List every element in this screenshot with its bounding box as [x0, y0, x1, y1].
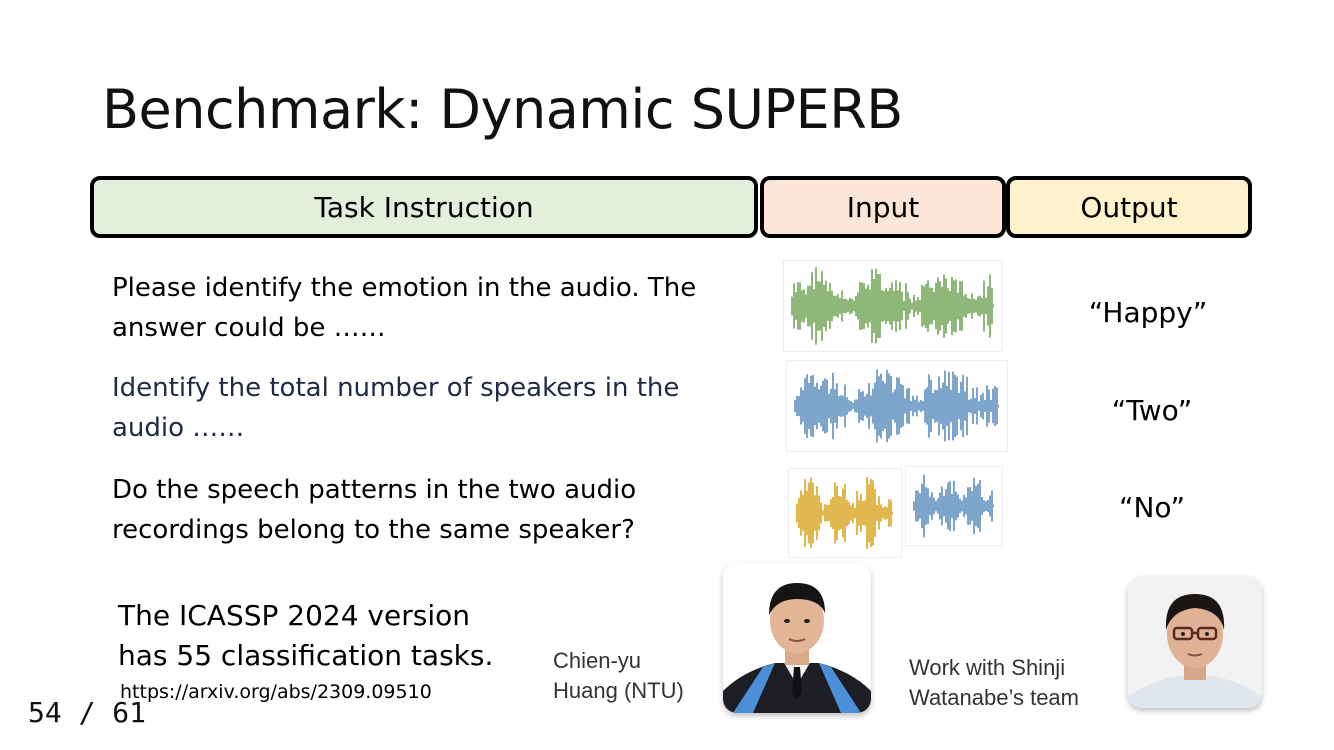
- portrait-graduate-icon: [723, 563, 871, 713]
- caption-line: Watanabe’s team: [909, 685, 1079, 710]
- instruction-line: Identify the total number of speakers in…: [112, 373, 680, 403]
- page-number: 54 / 61: [28, 696, 147, 729]
- instruction-line: answer could be ……: [112, 313, 386, 343]
- instruction-line: audio ……: [112, 413, 245, 443]
- output-header: Output: [1006, 176, 1252, 238]
- note-line: has 55 classification tasks.: [118, 639, 494, 672]
- output-speaker-count: “Two”: [1111, 394, 1193, 427]
- waveform-icon: [913, 474, 994, 538]
- caption-line: Huang (NTU): [553, 678, 684, 703]
- instruction-line: Do the speech patterns in the two audio: [112, 475, 637, 505]
- waveform-icon: [794, 369, 999, 443]
- portrait-glasses-icon: [1128, 576, 1262, 708]
- slide-title: Benchmark: Dynamic SUPERB: [102, 78, 903, 141]
- audio-waveform-speakers: [786, 360, 1008, 452]
- person2-caption: Work with Shinji Watanabe’s team: [909, 653, 1079, 713]
- instruction-emotion: Please identify the emotion in the audio…: [112, 268, 762, 348]
- audio-waveform-b: [905, 466, 1003, 546]
- person1-photo: [723, 563, 871, 713]
- instruction-speaker-count: Identify the total number of speakers in…: [112, 368, 762, 448]
- instruction-line: Please identify the emotion in the audio…: [112, 273, 697, 303]
- input-header: Input: [760, 176, 1006, 238]
- output-verification: “No”: [1118, 491, 1186, 524]
- person2-photo: [1128, 576, 1262, 708]
- task-instruction-header: Task Instruction: [90, 176, 758, 238]
- task-count-note: The ICASSP 2024 version has 55 classific…: [118, 596, 493, 676]
- waveform-icon: [796, 477, 893, 549]
- person1-caption: Chien-yu Huang (NTU): [553, 646, 684, 706]
- note-line: The ICASSP 2024 version: [118, 599, 470, 632]
- caption-line: Work with Shinji: [909, 655, 1066, 680]
- output-emotion: “Happy”: [1088, 296, 1208, 329]
- audio-waveform-a: [788, 468, 902, 558]
- audio-waveform-emotion: [783, 260, 1003, 352]
- waveform-icon: [791, 267, 994, 345]
- caption-line: Chien-yu: [553, 648, 642, 673]
- instruction-speaker-verification: Do the speech patterns in the two audio …: [112, 470, 762, 550]
- paper-link[interactable]: https://arxiv.org/abs/2309.09510: [120, 681, 432, 703]
- instruction-line: recordings belong to the same speaker?: [112, 515, 635, 545]
